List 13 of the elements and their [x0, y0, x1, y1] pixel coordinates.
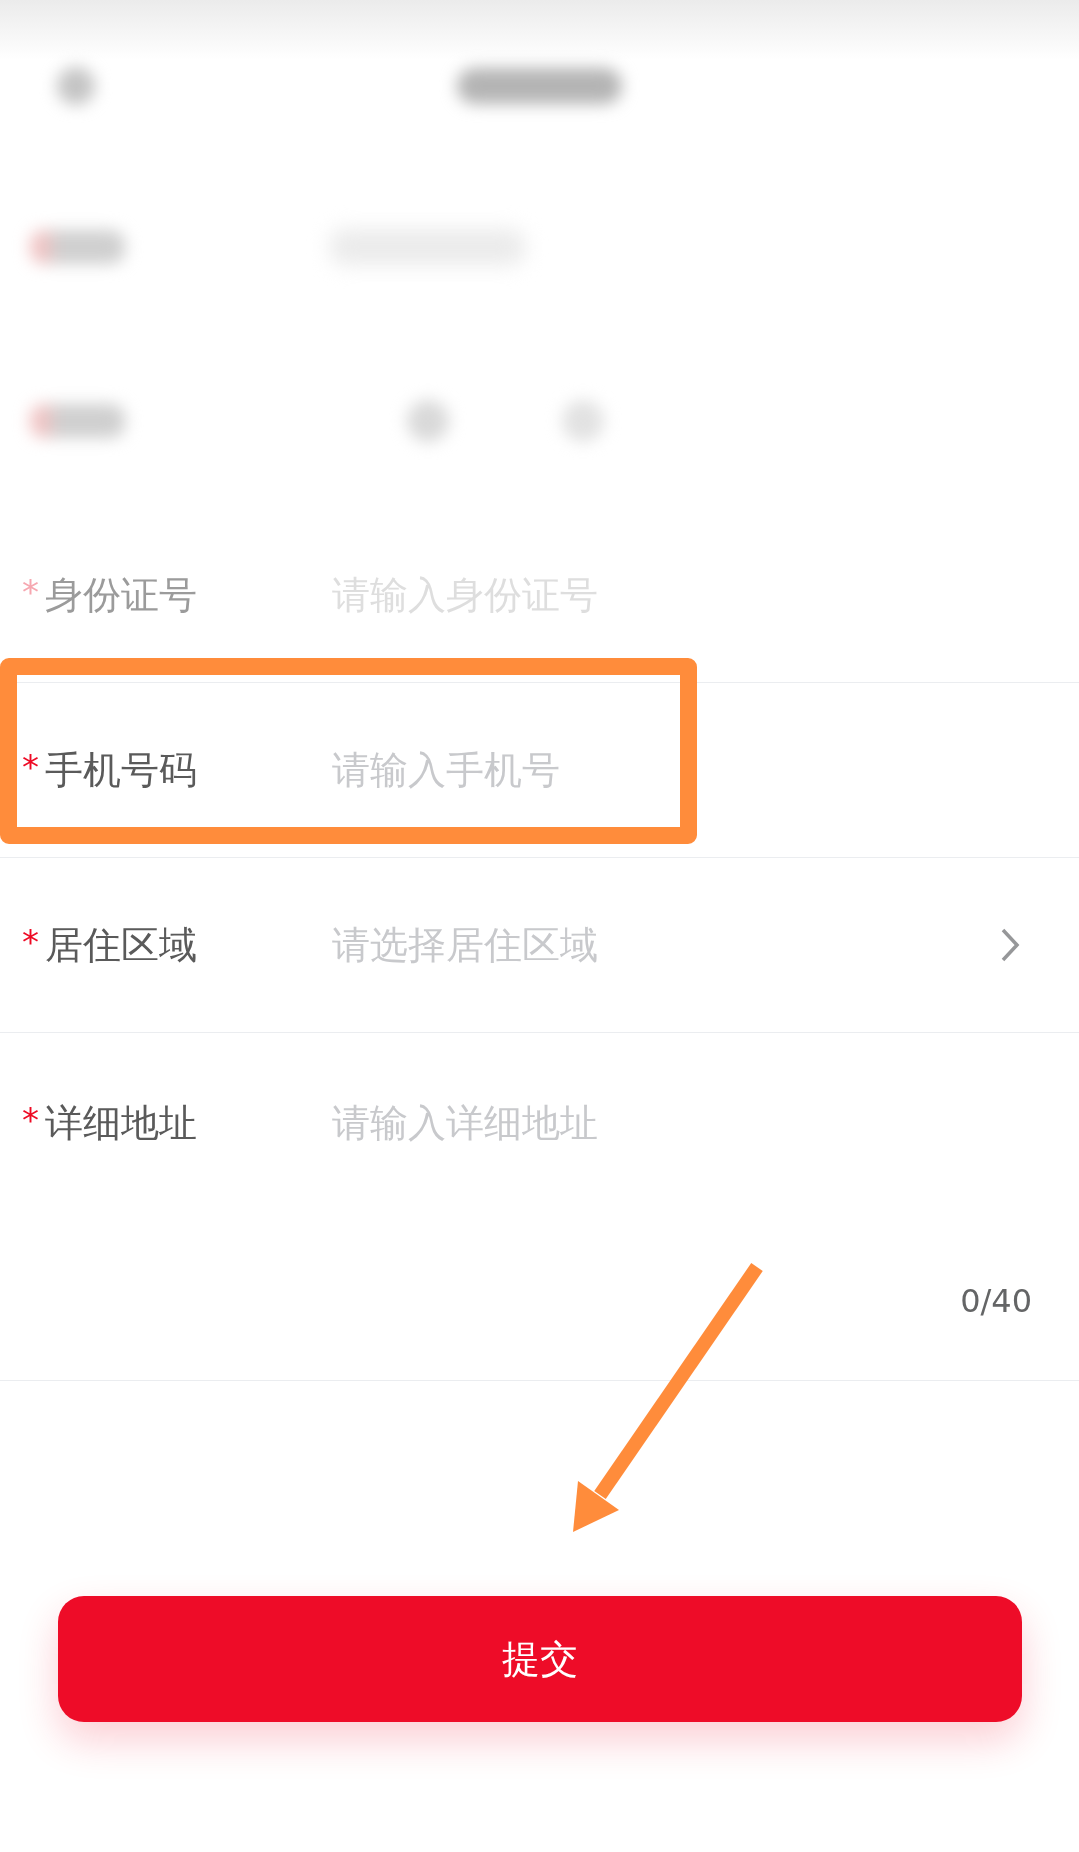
field-label: 手机号码: [45, 747, 197, 794]
character-counter: 0/40: [960, 1281, 1032, 1321]
field-label: 身份证号: [45, 572, 197, 619]
required-mark: *: [22, 925, 39, 959]
blurred-radio-icon: [407, 400, 449, 442]
required-mark: *: [22, 1103, 39, 1137]
required-mark: *: [22, 575, 39, 609]
blurred-icon: [57, 67, 95, 105]
submit-button[interactable]: 提交: [58, 1596, 1022, 1722]
chevron-right-icon: [1000, 927, 1020, 963]
field-label: 居住区域: [45, 922, 197, 969]
required-mark: *: [22, 750, 39, 784]
field-label: 详细地址: [45, 1100, 197, 1147]
